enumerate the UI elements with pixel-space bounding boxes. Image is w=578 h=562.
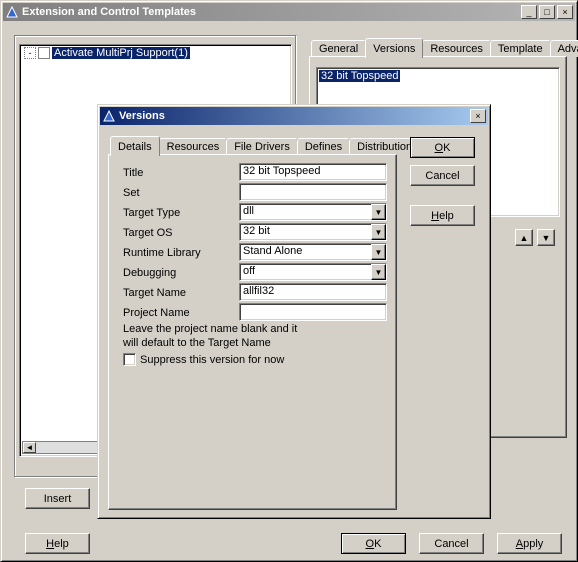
tree-minus-icon: - bbox=[24, 47, 36, 59]
main-tabs: General Versions Resources Template Adva… bbox=[311, 37, 578, 57]
versions-list-item[interactable]: 32 bit Topspeed bbox=[319, 70, 400, 82]
hint-line2: will default to the Target Name bbox=[123, 337, 271, 349]
cancel-label-dialog: Cancel bbox=[425, 170, 459, 182]
target-name-value: allfil32 bbox=[243, 285, 274, 297]
help-label: Help bbox=[46, 538, 69, 550]
ok-label: OK bbox=[366, 538, 382, 550]
project-name-field[interactable] bbox=[239, 303, 387, 321]
project-name-label: Project Name bbox=[123, 307, 190, 319]
title-value: 32 bit Topspeed bbox=[243, 165, 320, 177]
ok-button-main[interactable]: OK bbox=[341, 533, 406, 554]
tab-resources[interactable]: Resources bbox=[159, 138, 228, 155]
app-icon bbox=[5, 5, 19, 19]
cancel-label: Cancel bbox=[434, 538, 468, 550]
debugging-combo[interactable]: off ▼ bbox=[239, 263, 387, 281]
suppress-label: Suppress this version for now bbox=[140, 354, 284, 366]
chevron-down-icon[interactable]: ▼ bbox=[371, 204, 386, 220]
minimize-button[interactable]: _ bbox=[521, 5, 537, 19]
tree-item-label: Activate MultiPrj Support(1) bbox=[52, 47, 190, 59]
help-label-dialog: Help bbox=[431, 210, 454, 222]
nav-buttons: ▲ ▼ bbox=[515, 229, 555, 246]
chevron-down-icon[interactable]: ▼ bbox=[371, 224, 386, 240]
insert-label: Insert bbox=[44, 493, 72, 505]
target-name-field[interactable]: allfil32 bbox=[239, 283, 387, 301]
dialog-titlebar: Versions × bbox=[100, 107, 488, 125]
dialog-tab-panel: Title 32 bit Topspeed Set Target Type dl… bbox=[108, 154, 397, 510]
target-name-label: Target Name bbox=[123, 287, 186, 299]
set-field[interactable] bbox=[239, 183, 387, 201]
cancel-button-dialog[interactable]: Cancel bbox=[410, 165, 475, 186]
debugging-label: Debugging bbox=[123, 267, 176, 279]
suppress-checkbox[interactable]: Suppress this version for now bbox=[123, 353, 284, 366]
ok-button-dialog[interactable]: OK bbox=[410, 137, 475, 158]
target-type-value: dll bbox=[240, 204, 371, 220]
tab-general[interactable]: General bbox=[311, 40, 366, 57]
tab-defines[interactable]: Defines bbox=[297, 138, 350, 155]
apply-button-main[interactable]: Apply bbox=[497, 533, 562, 554]
target-os-label: Target OS bbox=[123, 227, 173, 239]
apply-label: Apply bbox=[516, 538, 544, 550]
nav-prev-button[interactable]: ▲ bbox=[515, 229, 533, 246]
debugging-value: off bbox=[240, 264, 371, 280]
runtime-value: Stand Alone bbox=[240, 244, 371, 260]
ok-label-dialog: OK bbox=[435, 142, 451, 154]
insert-button[interactable]: Insert bbox=[25, 488, 90, 509]
tab-advanced[interactable]: Advanced bbox=[550, 40, 578, 57]
runtime-combo[interactable]: Stand Alone ▼ bbox=[239, 243, 387, 261]
chevron-down-icon[interactable]: ▼ bbox=[371, 244, 386, 260]
tree-item[interactable]: - Activate MultiPrj Support(1) bbox=[20, 45, 291, 61]
set-label: Set bbox=[123, 187, 140, 199]
checkbox-box[interactable] bbox=[123, 353, 136, 366]
target-os-value: 32 bit bbox=[240, 224, 371, 240]
help-button-dialog[interactable]: Help bbox=[410, 205, 475, 226]
tab-file-drivers[interactable]: File Drivers bbox=[226, 138, 298, 155]
scroll-left-icon[interactable]: ◄ bbox=[23, 442, 36, 453]
tab-template[interactable]: Template bbox=[490, 40, 551, 57]
tree-doc-icon bbox=[38, 47, 50, 59]
dialog-title: Versions bbox=[119, 110, 468, 122]
dialog-tabs: Details Resources File Drivers Defines D… bbox=[110, 135, 419, 155]
maximize-button[interactable]: □ bbox=[539, 5, 555, 19]
main-titlebar: Extension and Control Templates _ □ × bbox=[3, 3, 575, 21]
hint-line1: Leave the project name blank and it bbox=[123, 323, 297, 335]
versions-dialog: Versions × Details Resources File Driver… bbox=[97, 104, 491, 519]
main-title: Extension and Control Templates bbox=[22, 6, 519, 18]
title-label: Title bbox=[123, 167, 143, 179]
target-type-label: Target Type bbox=[123, 207, 180, 219]
tab-versions[interactable]: Versions bbox=[365, 38, 423, 58]
target-type-combo[interactable]: dll ▼ bbox=[239, 203, 387, 221]
help-button-main[interactable]: Help bbox=[25, 533, 90, 554]
dialog-close-button[interactable]: × bbox=[470, 109, 486, 123]
tab-resources-main[interactable]: Resources bbox=[422, 40, 491, 57]
runtime-label: Runtime Library bbox=[123, 247, 201, 259]
chevron-down-icon[interactable]: ▼ bbox=[371, 264, 386, 280]
cancel-button-main[interactable]: Cancel bbox=[419, 533, 484, 554]
title-field[interactable]: 32 bit Topspeed bbox=[239, 163, 387, 181]
target-os-combo[interactable]: 32 bit ▼ bbox=[239, 223, 387, 241]
close-button[interactable]: × bbox=[557, 5, 573, 19]
tab-details[interactable]: Details bbox=[110, 136, 160, 156]
dialog-icon bbox=[102, 109, 116, 123]
nav-next-button[interactable]: ▼ bbox=[537, 229, 555, 246]
